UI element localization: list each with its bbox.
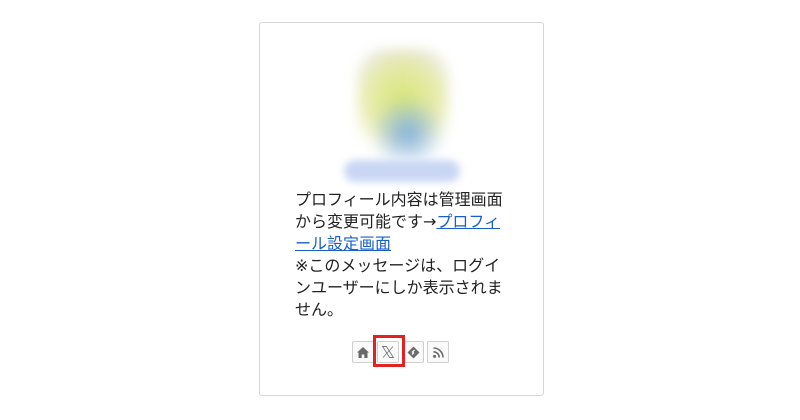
rss-button[interactable] [427,341,449,363]
profile-text-suffix: ※このメッセージは、ログインユーザーにしか表示されません。 [295,256,503,319]
profile-description: プロフィール内容は管理画面から変更可能です→プロフィール設定画面 ※このメッセージ… [295,189,505,321]
rss-icon [432,346,444,358]
social-icon-bar [352,341,449,363]
x-button[interactable] [377,341,399,363]
feedly-icon [407,346,420,359]
feedly-button[interactable] [402,341,424,363]
home-icon [357,346,369,358]
username-blurred [344,160,460,182]
avatar [357,49,449,161]
home-button[interactable] [352,341,374,363]
x-icon [382,346,394,358]
profile-card: プロフィール内容は管理画面から変更可能です→プロフィール設定画面 ※このメッセージ… [259,22,544,396]
